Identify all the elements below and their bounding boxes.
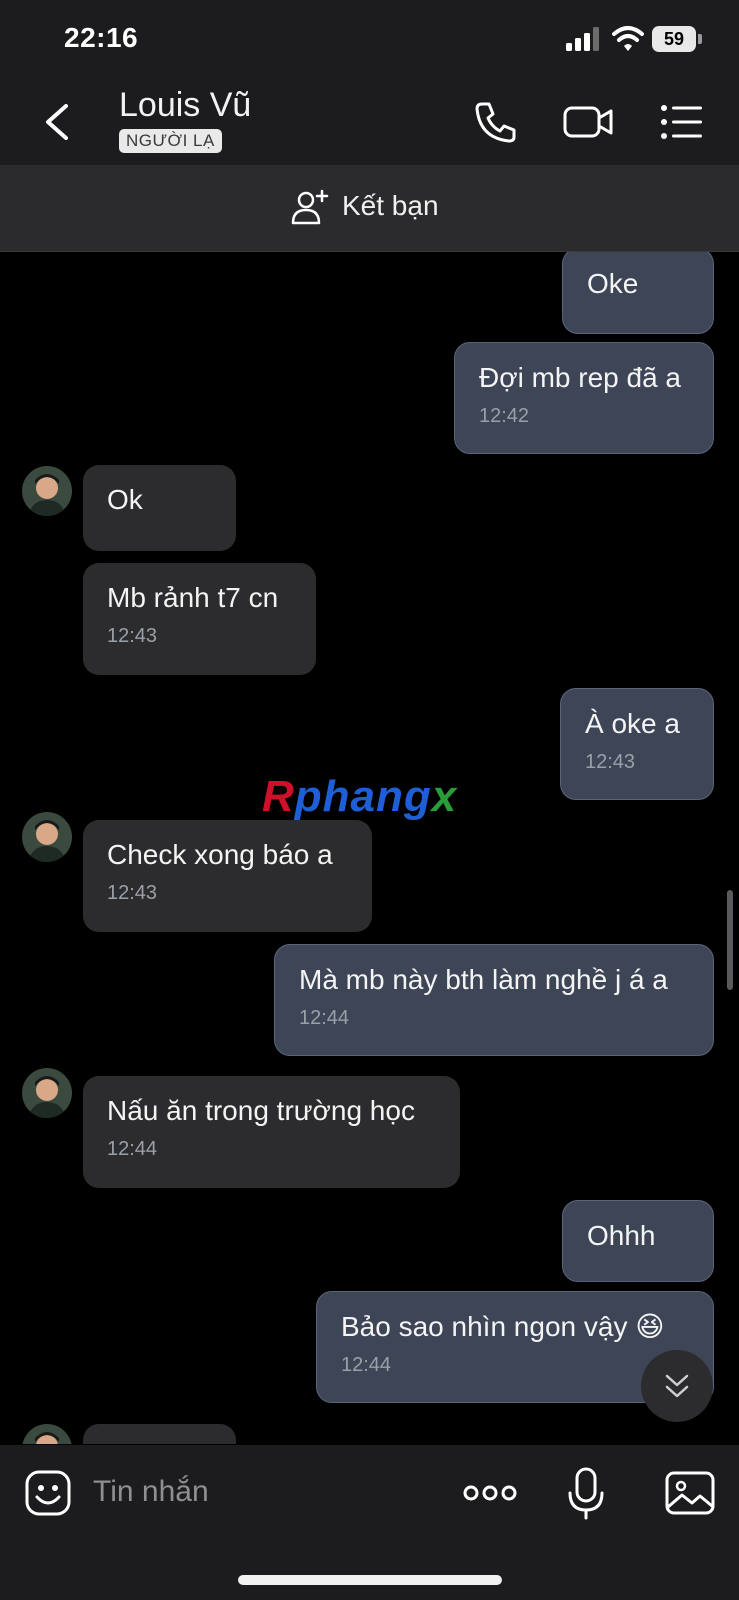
add-friend-icon xyxy=(291,189,329,225)
phone-icon[interactable] xyxy=(472,98,520,146)
back-icon[interactable] xyxy=(38,100,74,144)
message-text: Check xong báo a xyxy=(107,839,333,870)
message-bubble-incoming[interactable]: Check xong báo a 12:43 xyxy=(83,820,372,932)
message-bubble-incoming[interactable]: Ok xyxy=(83,465,236,551)
status-time: 22:16 xyxy=(64,22,139,53)
message-text: Đợi mb rep đã a xyxy=(479,362,682,393)
home-indicator[interactable] xyxy=(238,1575,502,1585)
message-time: 12:43 xyxy=(107,882,158,904)
message-bubble-incoming-partial[interactable] xyxy=(83,1424,236,1444)
message-bubble-outgoing[interactable]: Oke xyxy=(562,252,714,334)
chat-header: Louis Vũ NGƯỜI LẠ xyxy=(0,80,739,165)
message-composer: Tin nhắn xyxy=(0,1445,739,1600)
scroll-to-bottom-button[interactable] xyxy=(641,1350,713,1422)
message-bubble-outgoing[interactable]: Đợi mb rep đã a 12:42 xyxy=(454,342,714,454)
message-text: À oke a xyxy=(585,708,680,739)
watermark-logo: Rphangx xyxy=(262,772,458,821)
image-icon[interactable] xyxy=(664,1465,716,1521)
scroll-indicator[interactable] xyxy=(727,890,733,990)
message-bubble-incoming[interactable]: Nấu ăn trong trường học 12:44 xyxy=(83,1076,460,1188)
more-dots-icon[interactable] xyxy=(462,1465,518,1521)
microphone-icon[interactable] xyxy=(566,1465,606,1521)
message-time: 12:42 xyxy=(479,405,530,427)
battery-level: 59 xyxy=(652,26,696,52)
wifi-icon xyxy=(612,26,644,51)
message-text: Ohhh xyxy=(587,1220,656,1251)
message-time: 12:43 xyxy=(107,625,158,647)
battery-tip xyxy=(698,34,702,44)
message-text: Nấu ăn trong trường học xyxy=(107,1095,415,1126)
stranger-badge: NGƯỜI LẠ xyxy=(119,129,222,153)
battery-indicator: 59 xyxy=(652,26,702,52)
add-friend-label: Kết bạn xyxy=(342,190,439,221)
contact-avatar[interactable] xyxy=(22,1424,72,1444)
contact-avatar[interactable] xyxy=(22,1068,72,1118)
message-bubble-outgoing[interactable]: Ohhh xyxy=(562,1200,714,1282)
message-text: Ok xyxy=(107,484,143,515)
message-bubble-outgoing[interactable]: Mà mb này bth làm nghề j á a 12:44 xyxy=(274,944,714,1056)
message-time: 12:44 xyxy=(341,1354,392,1376)
contact-name[interactable]: Louis Vũ xyxy=(119,86,251,125)
message-list[interactable]: Oke Đợi mb rep đã a 12:42 Ok Mb rảnh t7 … xyxy=(0,252,739,1444)
contact-avatar[interactable] xyxy=(22,466,72,516)
message-time: 12:44 xyxy=(299,1007,350,1029)
menu-list-icon[interactable] xyxy=(658,98,706,146)
emoji-sticker-icon[interactable] xyxy=(24,1469,72,1517)
cellular-signal-icon xyxy=(566,27,599,51)
contact-avatar[interactable] xyxy=(22,812,72,862)
status-bar: 22:16 59 xyxy=(0,0,739,80)
add-friend-bar[interactable]: Kết bạn xyxy=(0,165,739,252)
message-time: 12:44 xyxy=(107,1138,158,1160)
video-call-icon[interactable] xyxy=(562,98,614,146)
message-text: Mà mb này bth làm nghề j á a xyxy=(299,964,668,995)
message-text: Oke xyxy=(587,268,639,299)
message-bubble-outgoing[interactable]: À oke a 12:43 xyxy=(560,688,714,800)
message-text: Mb rảnh t7 cn xyxy=(107,582,279,613)
message-input[interactable]: Tin nhắn xyxy=(93,1475,209,1509)
message-bubble-incoming[interactable]: Mb rảnh t7 cn 12:43 xyxy=(83,563,316,675)
message-time: 12:43 xyxy=(585,751,636,773)
chevron-double-down-icon xyxy=(665,1374,689,1398)
message-text: Bảo sao nhìn ngon vậy 😆 xyxy=(341,1311,665,1342)
